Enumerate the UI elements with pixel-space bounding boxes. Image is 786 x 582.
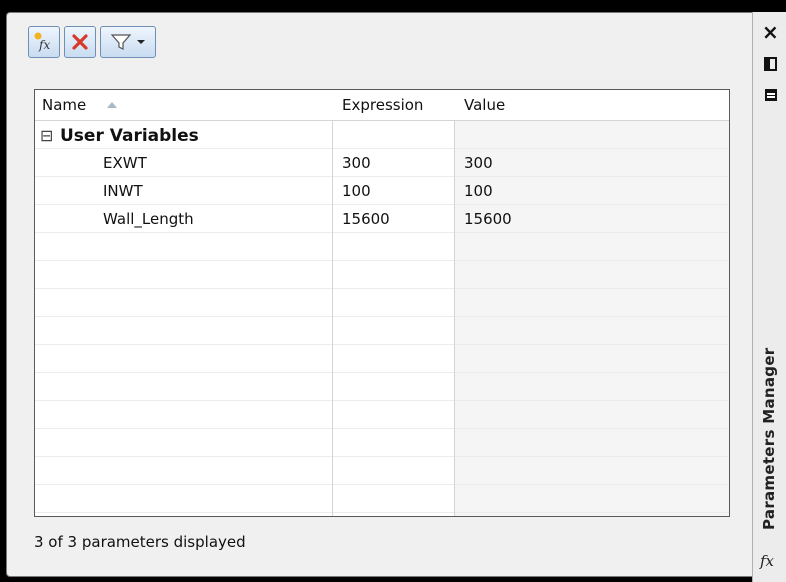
properties-menu-icon[interactable] xyxy=(763,87,779,103)
grid-header: Name Expression Value xyxy=(35,90,729,121)
group-label: User Variables xyxy=(60,126,199,146)
status-text: 3 of 3 parameters displayed xyxy=(34,533,246,551)
chevron-down-icon xyxy=(137,40,145,44)
empty-row xyxy=(35,345,729,373)
parameter-name[interactable]: EXWT xyxy=(103,149,147,177)
new-parameter-button[interactable]: fx xyxy=(28,26,60,58)
parameter-value: 15600 xyxy=(464,210,512,228)
toolbar: fx xyxy=(28,26,156,64)
filter-dropdown-button[interactable] xyxy=(100,26,156,58)
empty-row xyxy=(35,289,729,317)
auto-hide-icon[interactable] xyxy=(763,56,779,72)
delete-parameter-button[interactable] xyxy=(64,26,96,58)
empty-row xyxy=(35,261,729,289)
parameter-value: 300 xyxy=(464,154,493,172)
column-header-name[interactable]: Name xyxy=(42,90,86,121)
empty-row xyxy=(35,317,729,345)
column-divider xyxy=(454,90,455,516)
close-icon[interactable]: × xyxy=(762,22,779,42)
fx-icon: fx xyxy=(760,552,775,570)
parameter-expression[interactable]: 100 xyxy=(342,177,371,205)
svg-text:fx: fx xyxy=(38,38,50,52)
filter-funnel-icon xyxy=(110,34,132,50)
palette-title: Parameters Manager xyxy=(760,347,778,531)
empty-row xyxy=(35,233,729,261)
empty-row xyxy=(35,457,729,485)
delete-x-icon xyxy=(72,34,88,50)
parameter-name[interactable]: INWT xyxy=(103,177,143,205)
parameter-value: 100 xyxy=(464,182,493,200)
parameter-expression[interactable]: 300 xyxy=(342,149,371,177)
parameter-expression[interactable]: 15600 xyxy=(342,205,390,233)
parameter-name[interactable]: Wall_Length xyxy=(103,205,194,233)
parameters-grid: Name Expression Value × ⊟ User Variables… xyxy=(34,89,730,517)
empty-row xyxy=(35,373,729,401)
sort-ascending-icon xyxy=(107,102,117,108)
fx-new-icon: fx xyxy=(34,32,50,52)
empty-row xyxy=(35,485,729,513)
column-divider xyxy=(332,90,333,516)
group-collapse-icon[interactable]: ⊟ xyxy=(40,122,53,150)
empty-row xyxy=(35,429,729,457)
column-header-value[interactable]: Value xyxy=(464,90,505,121)
column-header-expression[interactable]: Expression xyxy=(342,90,423,121)
empty-row xyxy=(35,401,729,429)
